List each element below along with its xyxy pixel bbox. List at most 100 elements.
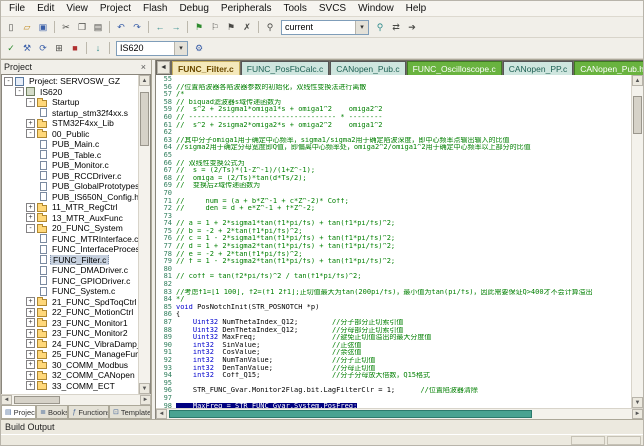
- replace-icon[interactable]: ⇄: [388, 20, 404, 35]
- save-icon[interactable]: ▣: [35, 20, 51, 35]
- translate-file-icon[interactable]: ✓: [3, 41, 19, 56]
- tree-item-project-servosw-gz[interactable]: - Project: SERVOSW_GZ: [2, 76, 138, 87]
- editor-tab-func-posfbcalc-c[interactable]: FUNC_PosFbCalc.c: [240, 61, 330, 75]
- tree-item-func-dmadriver-c[interactable]: FUNC_DMADriver.c: [2, 265, 138, 276]
- target-select[interactable]: IS620 ▾: [116, 40, 188, 56]
- find-icon[interactable]: ⚲: [262, 20, 278, 35]
- panel-tab-books[interactable]: ≣ Books: [36, 406, 69, 419]
- scroll-down-arrow-icon[interactable]: ▼: [139, 383, 150, 394]
- expand-toggle[interactable]: +: [26, 339, 35, 349]
- expand-toggle[interactable]: -: [26, 223, 35, 233]
- tree-item-pub-globalprototypes-h[interactable]: PUB_GlobalPrototypes.h: [2, 181, 138, 192]
- editor-tab-canopen-pub-c[interactable]: CANopen_Pub.c: [330, 61, 406, 75]
- rebuild-all-icon[interactable]: ⟳: [35, 41, 51, 56]
- tree-item-23-func-monitor1[interactable]: +23_FUNC_Monitor1: [2, 318, 138, 329]
- goto-line-icon[interactable]: ➔: [404, 20, 420, 35]
- expand-toggle[interactable]: +: [26, 202, 35, 212]
- panel-tab-templates[interactable]: ⊡Templates: [109, 406, 151, 419]
- target-select-dropdown-arrow-icon[interactable]: ▾: [174, 41, 187, 55]
- menu-file[interactable]: File: [3, 2, 31, 15]
- expand-toggle[interactable]: +: [26, 118, 35, 128]
- editor-tab-canopen-pp-c[interactable]: CANopen_PP.c: [502, 61, 574, 75]
- tree-item-30-comm-modbus[interactable]: +30_COMM_Modbus: [2, 360, 138, 371]
- editor-tab-canopen-pub-h[interactable]: CANopen_Pub.h: [574, 61, 643, 75]
- expand-toggle[interactable]: +: [26, 349, 35, 359]
- tree-item-startup-stm32f4xx-s[interactable]: startup_stm32f4xx.s: [2, 108, 138, 119]
- find-combo[interactable]: current ▾: [281, 19, 369, 35]
- tree-item-00-public[interactable]: - 00_Public: [2, 129, 138, 140]
- scroll-right-arrow-icon[interactable]: ►: [140, 395, 151, 405]
- tree-item-pub-is650n-config-h[interactable]: PUB_IS650N_Config.h: [2, 192, 138, 203]
- cut-icon[interactable]: ✂: [58, 20, 74, 35]
- editor-vscrollbar[interactable]: ▲ ▼: [631, 75, 643, 408]
- menu-help[interactable]: Help: [400, 2, 433, 15]
- bookmark-toggle-icon[interactable]: ⚑: [191, 20, 207, 35]
- new-file-icon[interactable]: ▯: [3, 20, 19, 35]
- find-combo-dropdown-arrow-icon[interactable]: ▾: [355, 20, 368, 34]
- scroll-thumb[interactable]: [169, 410, 532, 418]
- build-output-bar[interactable]: Build Output: [1, 419, 643, 434]
- menu-view[interactable]: View: [60, 2, 94, 15]
- tree-item-is620[interactable]: - IS620: [2, 87, 138, 98]
- expand-toggle[interactable]: +: [26, 381, 35, 391]
- project-tree[interactable]: - Project: SERVOSW_GZ - IS620- Startup startu…: [1, 74, 151, 394]
- project-tree-vscrollbar[interactable]: ▲ ▼: [138, 75, 150, 394]
- menu-peripherals[interactable]: Peripherals: [215, 2, 278, 15]
- scroll-track[interactable]: [12, 395, 140, 405]
- scroll-thumb[interactable]: [14, 396, 60, 404]
- expand-toggle[interactable]: -: [4, 76, 13, 86]
- expand-toggle[interactable]: +: [26, 213, 35, 223]
- tree-item-11-mtr-regctrl[interactable]: +11_MTR_RegCtrl: [2, 202, 138, 213]
- scroll-right-arrow-icon[interactable]: ►: [632, 409, 643, 419]
- tree-item-func-mtrinterface-c[interactable]: FUNC_MTRInterface.c: [2, 234, 138, 245]
- tree-item-func-filter-c[interactable]: FUNC_Filter.c: [2, 254, 138, 265]
- editor-hscrollbar[interactable]: ◄ ►: [156, 408, 643, 419]
- tree-item-func-interfaceprocess-c[interactable]: FUNC_InterfaceProcess.c: [2, 244, 138, 255]
- tree-item-pub-monitor-c[interactable]: PUB_Monitor.c: [2, 160, 138, 171]
- scroll-left-arrow-icon[interactable]: ◄: [1, 395, 12, 405]
- download-to-flash-icon[interactable]: ↓: [90, 41, 106, 56]
- scroll-track[interactable]: [632, 86, 643, 397]
- scroll-track[interactable]: [139, 86, 150, 383]
- expand-toggle[interactable]: -: [26, 97, 35, 107]
- tree-item-stm32f4xx-lib[interactable]: + STM32F4xx_Lib: [2, 118, 138, 129]
- expand-toggle[interactable]: +: [26, 370, 35, 380]
- tree-item-startup[interactable]: - Startup: [2, 97, 138, 108]
- tree-item-33-comm-ect[interactable]: +33_COMM_ECT: [2, 381, 138, 392]
- project-tree-hscrollbar[interactable]: ◄ ►: [1, 394, 151, 405]
- target-options-icon[interactable]: ⚙: [191, 41, 207, 56]
- tree-item-func-gpiodriver-c[interactable]: FUNC_GPIODriver.c: [2, 276, 138, 287]
- menu-window[interactable]: Window: [352, 2, 400, 15]
- navigate-back-icon[interactable]: ←: [152, 20, 168, 35]
- scroll-thumb[interactable]: [633, 96, 642, 134]
- scroll-up-arrow-icon[interactable]: ▲: [632, 75, 643, 86]
- tree-item-pub-table-c[interactable]: PUB_Table.c: [2, 150, 138, 161]
- scroll-track[interactable]: [167, 409, 632, 419]
- copy-icon[interactable]: ❐: [74, 20, 90, 35]
- tab-scroll-left-button[interactable]: ◄: [157, 61, 170, 74]
- tree-item-21-func-spdtoqctrl[interactable]: +21_FUNC_SpdToqCtrl: [2, 297, 138, 308]
- tree-item-pub-rccdriver-c[interactable]: PUB_RCCDriver.c: [2, 171, 138, 182]
- undo-icon[interactable]: ↶: [113, 20, 129, 35]
- tree-item-23-func-monitor2[interactable]: +23_FUNC_Monitor2: [2, 328, 138, 339]
- scroll-up-arrow-icon[interactable]: ▲: [139, 75, 150, 86]
- tree-item-22-func-motionctrl[interactable]: +22_FUNC_MotionCtrl: [2, 307, 138, 318]
- expand-toggle[interactable]: +: [26, 307, 35, 317]
- tree-item-pub-main-c[interactable]: PUB_Main.c: [2, 139, 138, 150]
- batch-build-icon[interactable]: ⊞: [51, 41, 67, 56]
- expand-toggle[interactable]: +: [26, 318, 35, 328]
- panel-tab-functions[interactable]: ƒ Functions: [68, 406, 109, 419]
- expand-toggle[interactable]: +: [26, 328, 35, 338]
- paste-icon[interactable]: ▤: [90, 20, 106, 35]
- tree-item-32-comm-canopen[interactable]: +32_COMM_CANopen: [2, 370, 138, 381]
- menu-svcs[interactable]: SVCS: [313, 2, 352, 15]
- scroll-down-arrow-icon[interactable]: ▼: [632, 397, 643, 408]
- build-icon[interactable]: ⚒: [19, 41, 35, 56]
- next-bookmark-icon[interactable]: ⚑: [223, 20, 239, 35]
- editor-tab-func-filter-c[interactable]: FUNC_Filter.c: [172, 61, 240, 75]
- editor-tab-func-oscilloscope-c[interactable]: FUNC_Oscilloscope.c: [406, 61, 502, 75]
- panel-tab-project[interactable]: ▤ Project: [1, 406, 37, 419]
- redo-icon[interactable]: ↷: [129, 20, 145, 35]
- stop-build-icon[interactable]: ■: [67, 41, 83, 56]
- scroll-thumb[interactable]: [140, 92, 149, 146]
